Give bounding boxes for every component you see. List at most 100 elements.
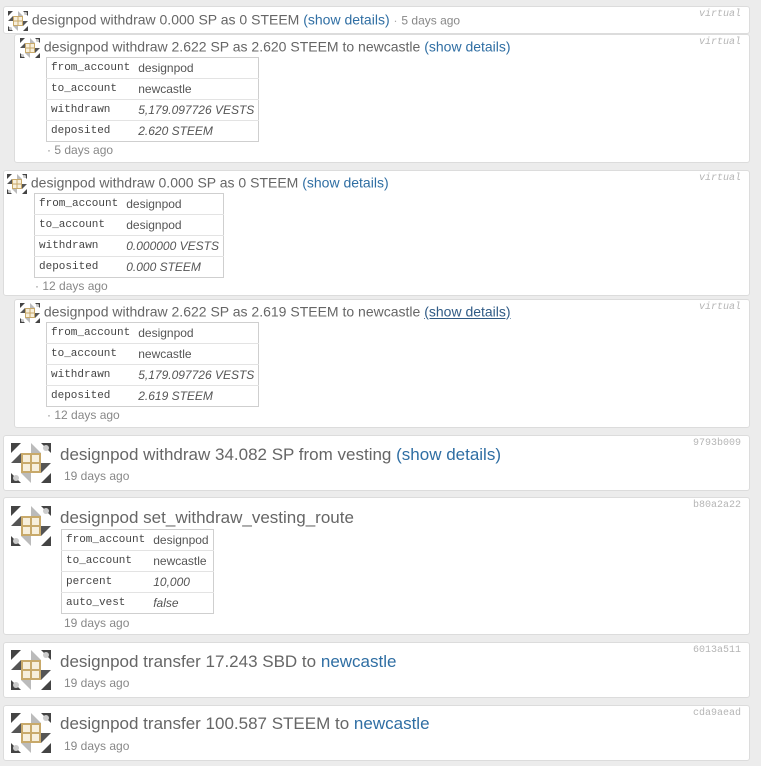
detail-key: deposited (46, 385, 135, 407)
op-card: virtual designpod withdraw 2.622 SP as 2… (14, 299, 750, 428)
op-card: virtual designpod withdraw 2.622 SP as 2… (14, 34, 750, 163)
table-row: to_account newcastle (46, 343, 259, 365)
op-card: virtual designpod withdraw 0.000 SP as 0… (3, 170, 750, 296)
op-tag: virtual (698, 302, 741, 313)
show-details-link[interactable]: (show details) (302, 175, 388, 191)
op-header: designpod withdraw 2.622 SP as 2.619 STE… (20, 303, 511, 323)
detail-value: newcastle (134, 78, 259, 100)
op-tag: virtual (698, 37, 741, 48)
table-row: auto_vest false (61, 592, 214, 614)
op-summary: designpod withdraw 2.622 SP as 2.619 STE… (43, 303, 421, 320)
op-time-line: · 5 days ago (47, 143, 114, 157)
table-row: percent 10,000 (61, 571, 214, 593)
table-row: from_account designpod (47, 58, 259, 79)
table-row: withdrawn 5,179.097726 VESTS (46, 99, 259, 121)
table-row: withdrawn 0.000000 VESTS (34, 235, 224, 257)
table-row: deposited 2.620 STEEM (46, 120, 259, 142)
avatar-icon[interactable] (11, 506, 51, 546)
table-row: to_account newcastle (61, 550, 214, 572)
detail-value: designpod (126, 197, 182, 211)
account-link[interactable]: newcastle (321, 652, 397, 671)
avatar-icon[interactable] (7, 174, 27, 194)
op-summary: designpod withdraw 0.000 SP as 0 STEEM (31, 11, 300, 28)
table-row: deposited 2.619 STEEM (46, 385, 259, 407)
detail-key: from_account (39, 198, 119, 210)
op-tag: 6013a511 (692, 645, 741, 656)
op-tag: virtual (698, 9, 741, 20)
detail-value: designpod (138, 326, 194, 340)
detail-key: to_account (34, 214, 123, 236)
avatar-icon[interactable] (11, 713, 51, 753)
op-card: b80a2a22 designpod set_withdraw_vesting_… (3, 497, 750, 635)
detail-value: false (149, 592, 214, 614)
avatar-icon[interactable] (8, 11, 28, 31)
op-time: 5 days ago (54, 143, 114, 157)
detail-value: designpod (122, 214, 224, 236)
op-time: 5 days ago (401, 13, 461, 28)
detail-key: withdrawn (46, 99, 135, 121)
avatar-icon[interactable] (20, 303, 40, 323)
detail-value: 0.000 STEEM (122, 256, 224, 278)
detail-key: from_account (66, 534, 146, 546)
detail-key: withdrawn (46, 364, 135, 386)
detail-value: 2.619 STEEM (134, 385, 259, 407)
detail-key: deposited (34, 256, 123, 278)
op-header: designpod withdraw 0.000 SP as 0 STEEM (… (7, 174, 389, 194)
detail-key: withdrawn (34, 235, 123, 257)
table-row: withdrawn 5,179.097726 VESTS (46, 364, 259, 386)
op-summary: designpod transfer 100.587 STEEM to (60, 714, 350, 733)
detail-key: auto_vest (61, 592, 150, 614)
detail-value: designpod (138, 61, 194, 75)
op-summary: designpod withdraw 0.000 SP as 0 STEEM (30, 174, 299, 191)
op-time: 19 days ago (64, 469, 130, 483)
op-card: virtual designpod withdraw 0.000 SP as 0… (3, 6, 750, 34)
account-link[interactable]: newcastle (354, 714, 430, 733)
avatar-icon[interactable] (11, 443, 51, 483)
detail-value: 5,179.097726 VESTS (134, 99, 259, 121)
op-header: designpod withdraw 0.000 SP as 0 STEEM (… (8, 11, 460, 31)
details-table: from_account designpod to_account designpo… (34, 193, 224, 278)
op-tag: 9793b009 (692, 438, 741, 449)
op-summary: designpod transfer 17.243 SBD to (60, 652, 317, 671)
table-row: from_account designpod (47, 323, 259, 344)
details-table: from_account designpod to_account newcastl… (46, 322, 260, 407)
table-row: to_account designpod (34, 214, 224, 236)
op-card: cda9aead designpod transfer 100.587 STEE… (3, 705, 750, 761)
op-tag: cda9aead (692, 708, 741, 719)
show-details-link[interactable]: (show details) (424, 39, 510, 55)
op-time: 19 days ago (64, 739, 130, 753)
op-card: 6013a511 designpod transfer 17.243 SBD t… (3, 642, 750, 698)
op-summary: designpod set_withdraw_vesting_route (60, 508, 354, 527)
detail-value: 0.000000 VESTS (122, 235, 224, 257)
detail-key: percent (61, 571, 150, 593)
detail-key: to_account (61, 550, 150, 572)
details-table: from_account designpod to_account newcastl… (46, 57, 260, 142)
op-card: 9793b009 designpod withdraw 34.082 SP fr… (3, 435, 750, 491)
show-details-link[interactable]: (show details) (303, 12, 389, 28)
show-details-link[interactable]: (show details) (424, 304, 510, 320)
detail-key: to_account (46, 78, 135, 100)
table-row: from_account designpod (35, 194, 224, 215)
detail-value: 2.620 STEEM (134, 120, 259, 142)
detail-key: deposited (46, 120, 135, 142)
op-time-line: · 12 days ago (35, 279, 108, 293)
op-summary: designpod withdraw 2.622 SP as 2.620 STE… (43, 38, 421, 55)
op-summary: designpod withdraw 34.082 SP from vestin… (60, 445, 392, 464)
op-tag: b80a2a22 (692, 500, 741, 511)
table-row: to_account newcastle (46, 78, 259, 100)
detail-value: newcastle (134, 343, 259, 365)
op-header: designpod withdraw 2.622 SP as 2.620 STE… (20, 38, 511, 58)
detail-value: 10,000 (149, 571, 214, 593)
op-time: 19 days ago (64, 676, 130, 690)
detail-key: from_account (51, 327, 131, 339)
show-details-link[interactable]: (show details) (396, 445, 501, 464)
op-header: designpod transfer 100.587 STEEM to newc… (60, 714, 430, 734)
table-row: deposited 0.000 STEEM (34, 256, 224, 278)
op-time: 19 days ago (64, 616, 130, 630)
avatar-icon[interactable] (20, 38, 40, 58)
op-tag: virtual (698, 173, 741, 184)
detail-key: to_account (46, 343, 135, 365)
op-time: 12 days ago (42, 279, 108, 293)
op-time: 12 days ago (54, 408, 120, 422)
avatar-icon[interactable] (11, 650, 51, 690)
